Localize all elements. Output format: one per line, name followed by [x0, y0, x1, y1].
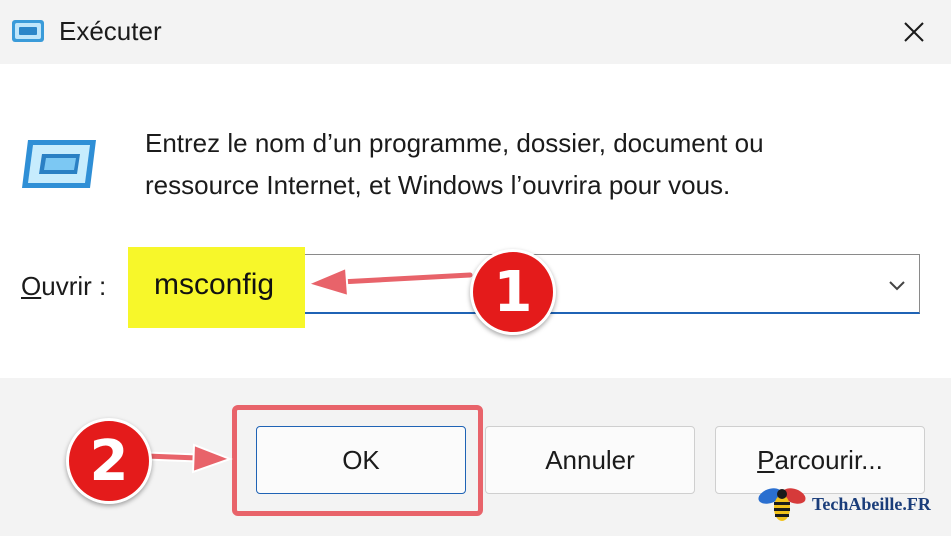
watermark: TechAbeille.FR: [756, 484, 931, 524]
watermark-suffix: .FR: [902, 493, 931, 514]
open-label: Ouvrir :: [21, 269, 106, 303]
run-icon: [22, 140, 96, 188]
open-input[interactable]: msconfig: [154, 267, 274, 303]
chevron-down-icon[interactable]: [886, 274, 908, 296]
browse-access-key: P: [757, 444, 775, 475]
close-button[interactable]: [886, 0, 942, 64]
instruction-line-2: ressource Internet, et Windows l’ouvrira…: [145, 170, 731, 200]
cancel-button[interactable]: Annuler: [485, 426, 695, 494]
dialog-content: Entrez le nom d’un programme, dossier, d…: [0, 64, 951, 378]
window-title: Exécuter: [59, 16, 162, 46]
bee-logo-icon: [758, 488, 806, 521]
step-2-marker: 2: [66, 418, 152, 504]
arrow-to-ok: [141, 443, 233, 474]
watermark-brand: TechAbeille: [812, 493, 903, 514]
run-icon: [12, 20, 44, 42]
close-icon: [904, 22, 924, 42]
open-label-access-key: O: [21, 271, 42, 301]
title-bar: Exécuter: [0, 0, 951, 64]
watermark-text: TechAbeille.FR: [812, 494, 931, 515]
ok-button[interactable]: OK: [256, 426, 466, 494]
open-label-text: uvrir :: [41, 271, 107, 301]
browse-label: arcourir...: [774, 444, 883, 475]
step-1-marker: 1: [470, 249, 556, 335]
instruction-text: Entrez le nom d’un programme, dossier, d…: [145, 122, 925, 206]
instruction-line-1: Entrez le nom d’un programme, dossier, d…: [145, 128, 764, 158]
